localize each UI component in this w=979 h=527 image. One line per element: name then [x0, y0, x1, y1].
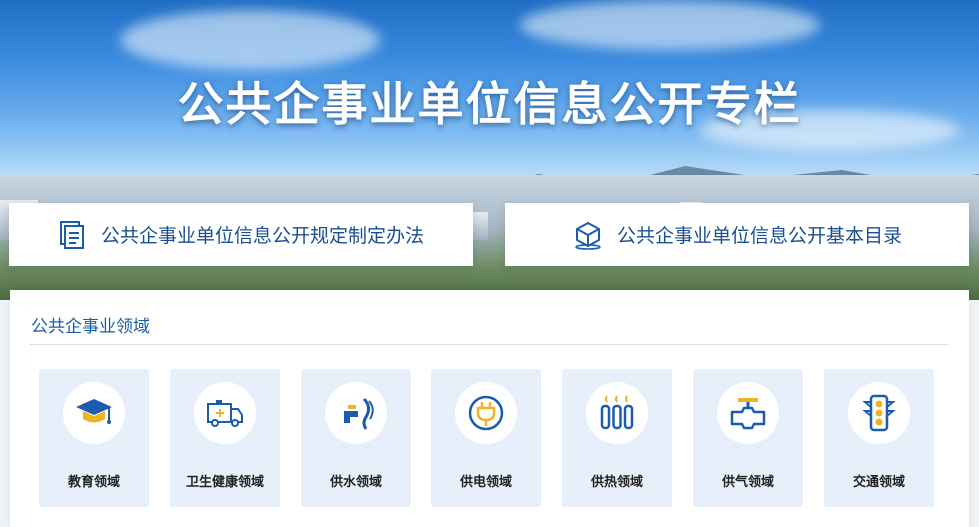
ambulance-icon: [207, 400, 243, 427]
tile-label: 卫生健康领域: [185, 475, 264, 490]
radiator-icon: [600, 395, 634, 430]
regulation-link-label: 公共企事业单位信息公开规定制定办法: [101, 225, 425, 247]
tile-traffic[interactable]: 交通领域: [824, 369, 934, 507]
cloud: [520, 0, 820, 50]
cloud: [120, 10, 380, 70]
graduation-cap-icon: [76, 399, 112, 424]
tile-heating[interactable]: 供热领域: [562, 369, 672, 507]
tile-electricity[interactable]: 供电领域: [431, 369, 541, 507]
cube-icon: [573, 220, 603, 250]
section-title: 公共企事业领域: [31, 317, 150, 337]
icon-circle: [325, 382, 387, 444]
tile-label: 交通领域: [852, 475, 905, 490]
tile-label: 供气领域: [721, 475, 774, 490]
page-title: 公共企事业单位信息公开专栏: [177, 77, 802, 131]
regulation-link-card[interactable]: 公共企事业单位信息公开规定制定办法: [9, 203, 473, 266]
icon-circle: [194, 382, 256, 444]
water-tap-icon: [344, 397, 374, 430]
tile-label: 供电领域: [459, 475, 512, 490]
power-plug-icon: [468, 395, 504, 431]
icon-circle: [455, 382, 517, 444]
tile-label: 供热领域: [590, 475, 643, 490]
document-stack-icon: [57, 220, 87, 250]
tile-label: 供水领域: [329, 475, 382, 490]
tile-education[interactable]: 教育领域: [39, 369, 149, 507]
catalog-link-label: 公共企事业单位信息公开基本目录: [617, 225, 903, 247]
icon-circle: [63, 382, 125, 444]
domain-panel: 公共企事业领域 教育领域 卫生健康领域 供水领域 供电领域 供热领域 供气领域 …: [10, 290, 969, 527]
icon-circle: [848, 382, 910, 444]
tile-water[interactable]: 供水领域: [301, 369, 411, 507]
tile-health[interactable]: 卫生健康领域: [170, 369, 280, 507]
gas-valve-icon: [730, 398, 766, 430]
tile-label: 教育领域: [67, 475, 120, 490]
section-divider: [30, 344, 949, 345]
catalog-link-card[interactable]: 公共企事业单位信息公开基本目录: [505, 203, 969, 266]
traffic-light-icon: [862, 394, 896, 432]
tile-gas[interactable]: 供气领域: [693, 369, 803, 507]
icon-circle: [717, 382, 779, 444]
icon-circle: [586, 382, 648, 444]
